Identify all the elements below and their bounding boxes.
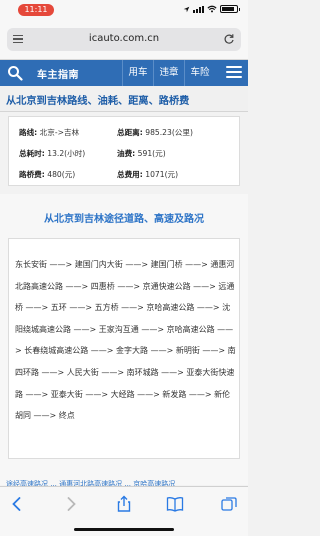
summary-total: 总费用: 1071(元) (117, 169, 178, 180)
summary-toll: 路桥费: 480(元) (19, 169, 75, 180)
back-icon[interactable] (8, 495, 26, 513)
reload-icon[interactable] (223, 33, 235, 45)
summary-route-value: 北京->吉林 (39, 128, 80, 137)
page-title-bar: 从北京到吉林路线、油耗、距离、路桥费 (0, 86, 248, 112)
nav-link-car-use[interactable]: 用车 (122, 60, 153, 86)
summary-distance: 总距离: 985.23(公里) (117, 127, 193, 138)
home-indicator (74, 528, 174, 531)
menu-icon[interactable] (226, 66, 242, 80)
route-section: 从北京到吉林途径道路、高速及路况 东长安街 ——> 建国门内大街 ——> 建国门… (0, 194, 248, 485)
signal-icon (193, 5, 204, 13)
battery-icon (220, 5, 240, 13)
browser-toolbar (0, 486, 248, 536)
nav-links: 用车 违章 车险 (122, 60, 215, 86)
summary-fuel: 油费: 591(元) (117, 148, 166, 159)
nav-link-violation[interactable]: 违章 (153, 60, 184, 86)
address-bar[interactable]: icauto.com.cn (7, 28, 241, 51)
summary-distance-label: 总距离: (117, 128, 143, 137)
forward-icon[interactable] (62, 495, 80, 513)
site-title[interactable]: 车主指南 (37, 66, 79, 81)
site-nav: 车主指南 用车 违章 车险 (0, 60, 248, 86)
nav-link-insurance[interactable]: 车险 (184, 60, 215, 86)
page-title: 从北京到吉林路线、油耗、距离、路桥费 (6, 96, 190, 107)
route-summary-card: 路线: 北京->吉林 总距离: 985.23(公里) 总耗时: 13.2(小时)… (8, 116, 240, 186)
summary-duration-label: 总耗时: (19, 149, 45, 158)
wifi-icon (207, 5, 217, 13)
summary-route-label: 路线: (19, 128, 38, 137)
status-time: 11:11 (18, 4, 54, 16)
bookmarks-icon[interactable] (166, 495, 184, 513)
summary-toll-value: 480(元) (47, 170, 76, 179)
route-section-title: 从北京到吉林途径道路、高速及路况 (44, 214, 204, 225)
url-text[interactable]: icauto.com.cn (7, 33, 241, 44)
summary-total-value: 1071(元) (145, 170, 179, 179)
route-roads-text: 东长安街 ——> 建国门内大街 ——> 建国门桥 ——> 通惠河北路高速公路 —… (15, 260, 236, 421)
location-arrow-icon (183, 6, 190, 12)
browser-address-area: icauto.com.cn (0, 18, 248, 60)
tabs-icon[interactable] (220, 495, 238, 513)
search-icon[interactable] (7, 65, 23, 81)
summary-total-label: 总费用: (117, 170, 143, 179)
status-bar: 11:11 (0, 0, 248, 18)
summary-distance-value: 985.23(公里) (145, 128, 193, 137)
summary-fuel-label: 油费: (117, 149, 136, 158)
summary-duration-value: 13.2(小时) (47, 149, 86, 158)
summary-duration: 总耗时: 13.2(小时) (19, 148, 85, 159)
summary-toll-label: 路桥费: (19, 170, 45, 179)
status-icons (183, 4, 240, 14)
share-icon[interactable] (115, 495, 133, 513)
route-roads-card: 东长安街 ——> 建国门内大街 ——> 建国门桥 ——> 通惠河北路高速公路 —… (8, 238, 240, 459)
summary-fuel-value: 591(元) (137, 149, 166, 158)
summary-route: 路线: 北京->吉林 (19, 127, 79, 138)
